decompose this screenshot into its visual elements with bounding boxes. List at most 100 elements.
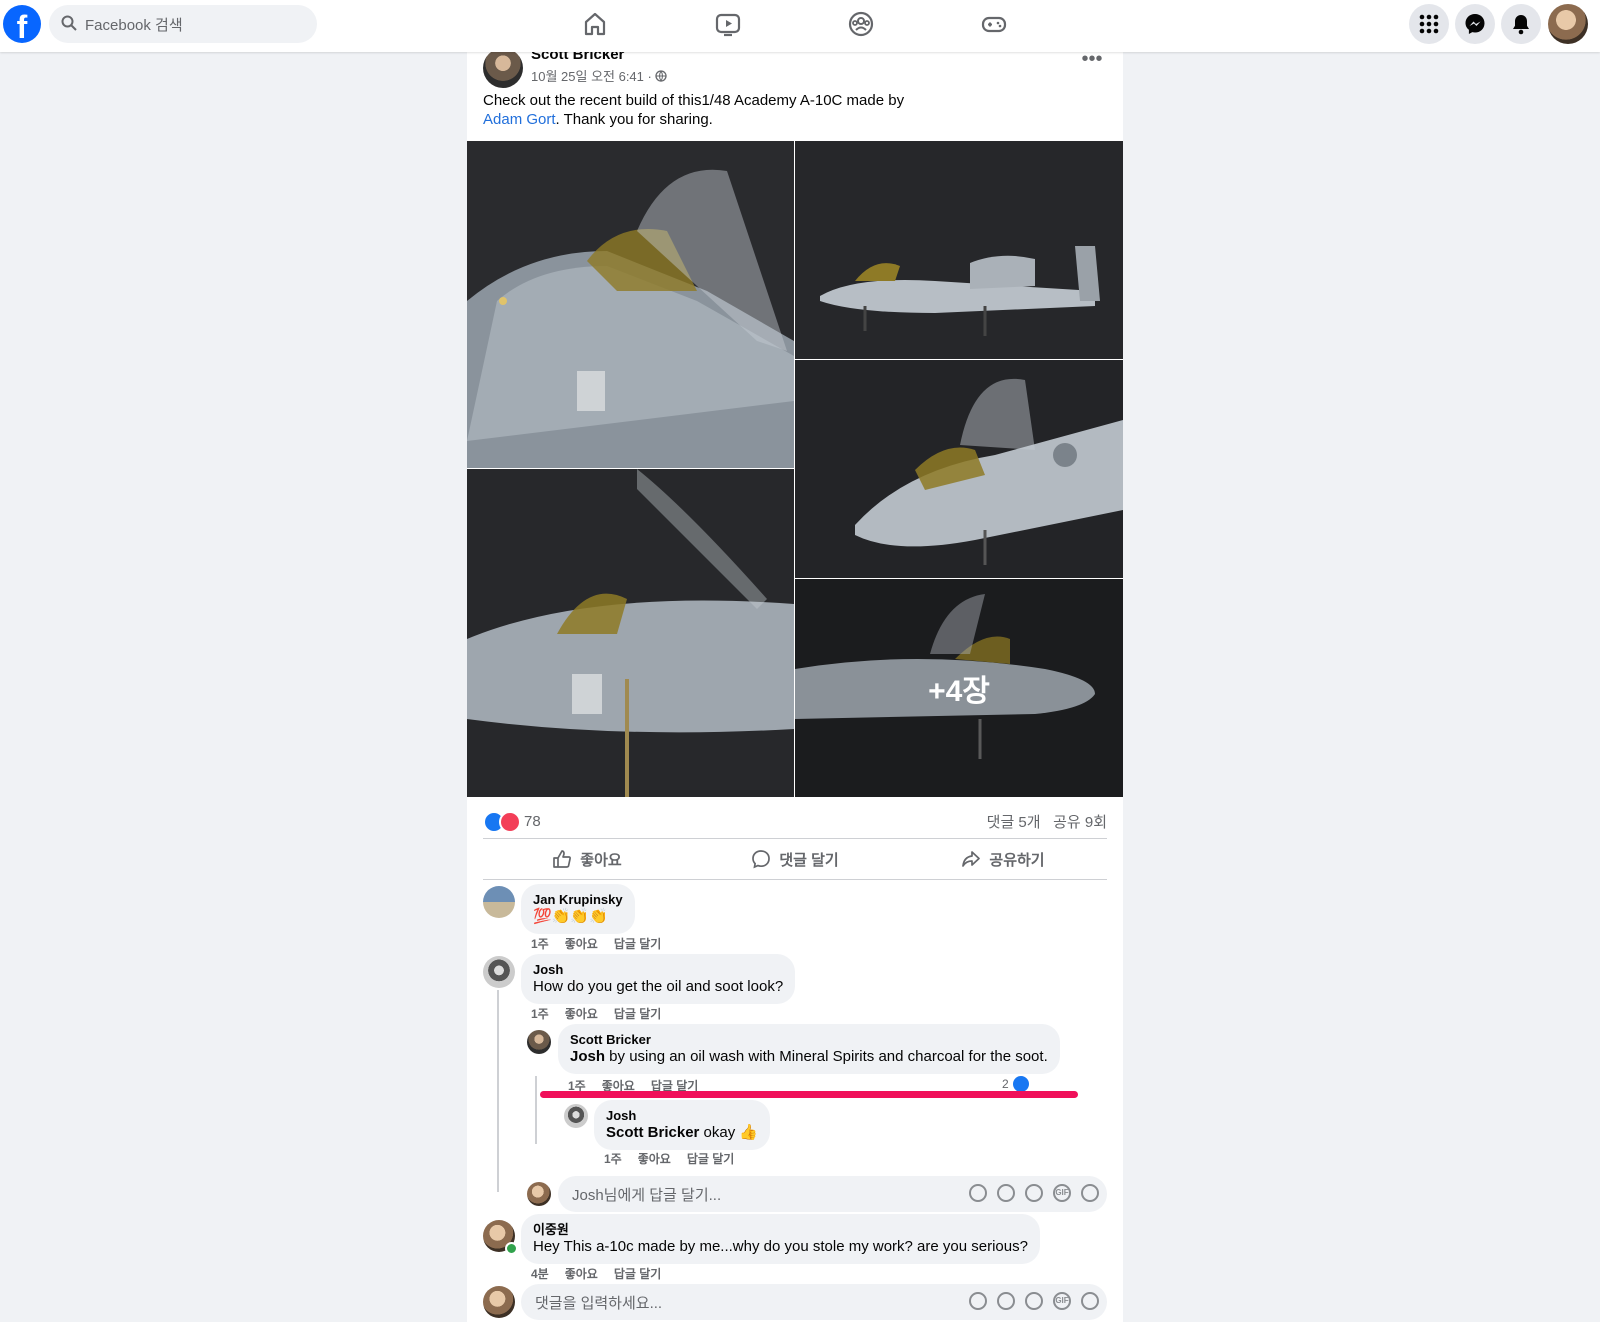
a10-cockpit-photo <box>467 141 794 468</box>
avatar-sticker-icon[interactable] <box>969 1184 987 1202</box>
my-avatar <box>483 1286 515 1318</box>
thumbs-up-icon <box>553 850 572 868</box>
comment-meta: 1주 좋아요 답글 달기 <box>531 1005 661 1022</box>
gaming-icon[interactable] <box>980 10 1008 38</box>
comment-share-counts: 댓글 5개 공유 9회 <box>987 811 1107 832</box>
search-box[interactable] <box>49 5 317 45</box>
reply-bubble: Scott Bricker Josh by using an oil wash … <box>558 1024 1060 1074</box>
comment-time[interactable]: 1주 <box>531 1005 549 1022</box>
search-input[interactable] <box>83 5 307 45</box>
watch-icon[interactable] <box>714 10 742 38</box>
reply-like-link[interactable]: 좋아요 <box>638 1150 671 1167</box>
post-text-intro: Check out the recent build of this1/48 A… <box>483 92 905 109</box>
avatar-sticker-icon[interactable] <box>969 1292 987 1310</box>
comment-bubble-icon <box>752 850 771 869</box>
comment-bubble: Josh How do you get the oil and soot loo… <box>521 954 796 1004</box>
reply-time[interactable]: 1주 <box>604 1150 622 1167</box>
comment-button[interactable]: 댓글 달기 <box>691 839 899 879</box>
commenter-name[interactable]: Jan Krupinsky <box>533 892 623 908</box>
comment-reply-link[interactable]: 답글 달기 <box>614 935 662 952</box>
comment-reply-link[interactable]: 답글 달기 <box>614 1005 662 1022</box>
globe-icon <box>655 70 668 82</box>
more-photos-label: +4장 <box>795 579 1123 797</box>
bell-glyph <box>1513 15 1529 35</box>
comment-text: Hey This a-10c made by me...why do you s… <box>533 1238 1028 1255</box>
replier-name[interactable]: Scott Bricker <box>570 1032 1048 1048</box>
reply-reply-link[interactable]: 답글 달기 <box>687 1150 735 1167</box>
reply-input-box[interactable]: GIF <box>558 1176 1107 1214</box>
photo-1[interactable] <box>467 141 794 468</box>
like-button[interactable]: 좋아요 <box>483 839 691 879</box>
camera-icon[interactable] <box>1025 1292 1043 1310</box>
notifications-icon[interactable] <box>1501 4 1541 44</box>
commenter-avatar[interactable] <box>483 886 515 918</box>
author-avatar[interactable] <box>483 48 523 88</box>
messenger-icon[interactable] <box>1455 4 1495 44</box>
comment-text: How do you get the oil and soot look? <box>533 978 784 995</box>
home-icon[interactable] <box>581 10 609 38</box>
sticker-icon[interactable] <box>1081 1184 1099 1202</box>
post-card: Scott Bricker 10월 25일 오전 6:41 · ••• Chec… <box>467 46 1123 1322</box>
search-icon <box>61 15 77 31</box>
reply-avatar[interactable] <box>564 1104 588 1128</box>
reply-mention[interactable]: Scott Bricker <box>606 1124 699 1141</box>
commenter-name[interactable]: Josh <box>533 962 783 978</box>
comment-input-box[interactable]: GIF <box>521 1284 1107 1322</box>
sticker-icon[interactable] <box>1081 1292 1099 1310</box>
replier-name[interactable]: Josh <box>606 1108 758 1124</box>
photo-2[interactable] <box>795 141 1123 359</box>
photo-5-more[interactable]: +4장 <box>795 579 1123 797</box>
comment-bubble: Jan Krupinsky 💯👏👏👏 <box>521 884 635 934</box>
comment-meta: 4분 좋아요 답글 달기 <box>531 1265 661 1282</box>
comment-like-link[interactable]: 좋아요 <box>565 1005 598 1022</box>
commenter-name[interactable]: 이중원 <box>533 1222 1028 1238</box>
my-avatar <box>527 1182 551 1206</box>
camera-icon[interactable] <box>1025 1184 1043 1202</box>
comment-reply-link[interactable]: 답글 달기 <box>614 1265 662 1282</box>
like-badge-icon <box>1013 1076 1029 1092</box>
reply-mention[interactable]: Josh <box>570 1048 605 1065</box>
facebook-logo[interactable]: f <box>3 5 41 43</box>
emoji-icon[interactable] <box>997 1292 1015 1310</box>
comment-meta: 1주 좋아요 답글 달기 <box>531 935 661 952</box>
comment-like-link[interactable]: 좋아요 <box>565 1265 598 1282</box>
reply-input[interactable] <box>570 1176 934 1214</box>
gif-icon[interactable]: GIF <box>1053 1184 1071 1202</box>
profile-avatar[interactable] <box>1548 4 1588 44</box>
comment-time[interactable]: 4분 <box>531 1265 549 1282</box>
share-arrow-icon <box>962 851 981 867</box>
a10-front-photo <box>795 360 1123 578</box>
share-count[interactable]: 공유 9회 <box>1053 814 1107 831</box>
menu-grid-icon[interactable] <box>1409 4 1449 44</box>
gif-icon[interactable]: GIF <box>1053 1292 1071 1310</box>
reply-bubble: Josh Scott Bricker okay 👍 <box>594 1100 771 1150</box>
commenter-avatar[interactable] <box>483 956 515 988</box>
reaction-stats: 78 댓글 5개 공유 9회 <box>483 808 1107 834</box>
reply-text: by using an oil wash with Mineral Spirit… <box>605 1048 1048 1065</box>
emoji-icon[interactable] <box>997 1184 1015 1202</box>
post-timestamp[interactable]: 10월 25일 오전 6:41 · <box>531 66 668 85</box>
comment-count[interactable]: 댓글 5개 <box>987 814 1041 831</box>
timestamp-text: 10월 25일 오전 6:41 · <box>531 69 656 84</box>
reply-avatar[interactable] <box>527 1030 551 1054</box>
photo-3[interactable] <box>795 360 1123 578</box>
input-tools: GIF <box>969 1184 1099 1202</box>
photo-grid: +4장 <box>467 141 1123 797</box>
comment-time[interactable]: 1주 <box>531 935 549 952</box>
a10-side-photo <box>795 141 1123 359</box>
comment-input[interactable] <box>533 1284 897 1322</box>
like-label: 좋아요 <box>580 851 622 869</box>
comment-like-link[interactable]: 좋아요 <box>565 935 598 952</box>
online-status-dot <box>505 1242 518 1255</box>
post-options-button[interactable]: ••• <box>1079 49 1105 76</box>
photo-4[interactable] <box>467 469 794 797</box>
share-button[interactable]: 공유하기 <box>899 839 1107 879</box>
mention-link[interactable]: Adam Gort <box>483 111 556 128</box>
comment-label: 댓글 달기 <box>779 851 839 869</box>
reply-text: okay 👍 <box>699 1124 759 1141</box>
messenger-glyph <box>1465 14 1485 34</box>
reply-like-count[interactable]: 2 <box>1002 1077 1009 1091</box>
reaction-count[interactable]: 78 <box>524 813 541 830</box>
post-text-outro: . Thank you for sharing. <box>555 111 713 128</box>
groups-icon[interactable] <box>847 10 875 38</box>
